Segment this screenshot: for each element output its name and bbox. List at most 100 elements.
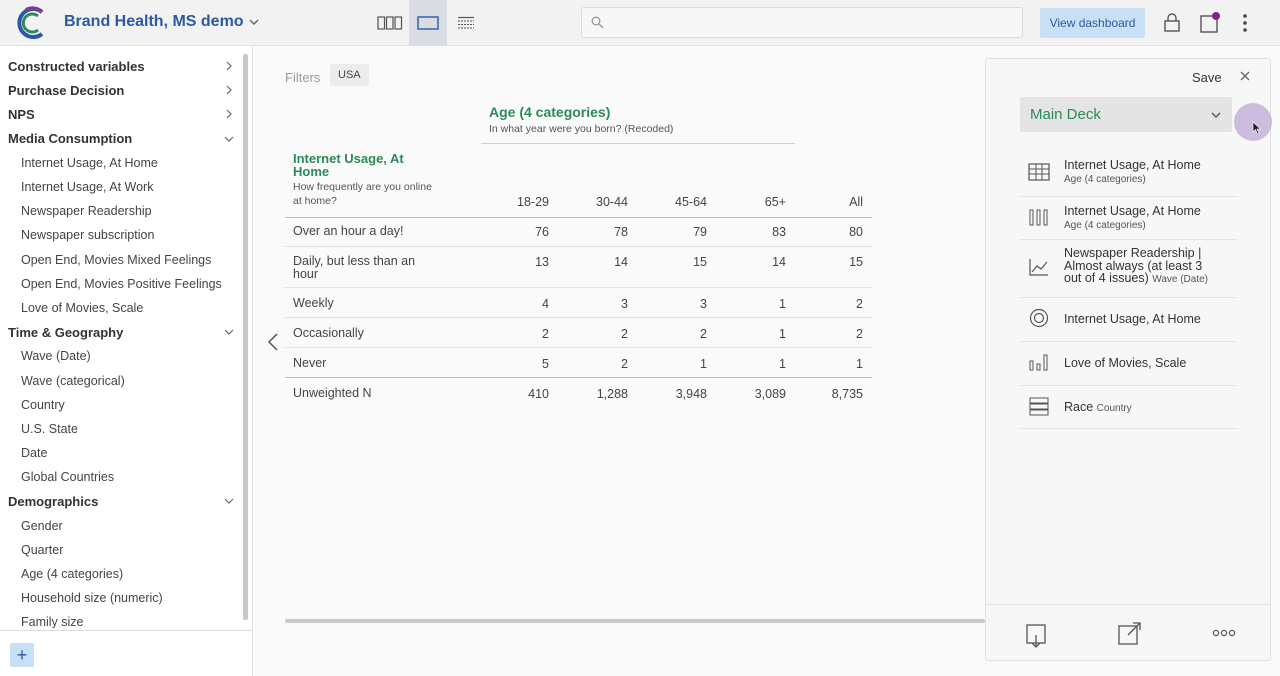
table-cell: 80 [849,225,863,239]
table-cell: 1 [779,357,786,371]
column-header[interactable]: All [803,195,863,209]
sidebar-variable-item[interactable]: Household size (numeric) [0,586,242,610]
search-input[interactable] [610,13,1010,33]
list-view-button[interactable] [447,0,485,46]
sidebar-variable-item[interactable]: Internet Usage, At Home [0,151,242,175]
deck-item[interactable]: Love of Movies, Scale [1020,342,1237,386]
sidebar-variable-item[interactable]: Internet Usage, At Work [0,175,242,199]
filters-label[interactable]: Filters [285,70,320,85]
sidebar-group[interactable]: Constructed variables [0,54,242,78]
deck-footer-divider [986,604,1270,605]
sidebar-group-label: Time & Geography [8,324,124,340]
search-box[interactable] [581,7,1023,38]
sidebar-variable-item[interactable]: U.S. State [0,417,242,441]
chevron-left-icon[interactable] [266,332,280,352]
column-variable-title[interactable]: Age (4 categories) [489,104,610,120]
table-cell: 13 [535,255,549,269]
lock-icon[interactable] [1163,12,1181,32]
single-view-button[interactable] [409,0,447,46]
chevron-down-icon [1211,112,1221,118]
variable-list: Constructed variables Purchase Decision NP… [0,54,242,628]
sidebar-variable-item[interactable]: Global Countries [0,465,242,489]
table-cell: 8,735 [831,387,863,401]
close-icon[interactable] [1239,70,1251,82]
sidebar-group[interactable]: Demographics [0,489,242,513]
deck-item-subtitle: Age (4 categories) [1064,173,1146,185]
table-cell: 2 [621,357,628,371]
sidebar-group-label: NPS [8,106,35,122]
list-view-icon [458,16,474,29]
table-cell: 14 [772,255,786,269]
deck-item[interactable]: Race Country [1020,386,1237,429]
more-vert-icon[interactable] [1240,12,1250,34]
view-dashboard-button[interactable]: View dashboard [1040,8,1145,38]
table-cell: 2 [856,327,863,341]
sidebar-variable-item[interactable]: Newspaper Readership [0,199,242,223]
sidebar-variable-item[interactable]: Open End, Movies Mixed Feelings [0,248,242,272]
deck-item[interactable]: Internet Usage, At Home Age (4 categories… [1020,151,1237,197]
table-cell: 15 [849,255,863,269]
sidebar-variable-item[interactable]: Date [0,441,242,465]
sidebar-variable-item[interactable]: Newspaper subscription [0,223,242,247]
deck-select[interactable]: Main Deck [1020,97,1232,132]
column-header[interactable]: 30-44 [568,195,628,209]
horizontal-scrollbar[interactable] [285,619,985,623]
row-variable-title[interactable]: Internet Usage, At Home [293,152,433,178]
deck-item-subtitle: Wave (Date) [1152,274,1209,285]
sidebar-variable-item[interactable]: Gender [0,514,242,538]
deck-item-subtitle: Age (4 categories) [1064,219,1146,231]
add-variable-button[interactable]: + [10,643,34,667]
row-label[interactable]: Occasionally [293,327,433,340]
download-icon[interactable] [1026,621,1046,649]
deck-item-subtitle: Country [1096,403,1132,414]
sidebar-variable-item[interactable]: Wave (categorical) [0,368,242,392]
grid-view-button[interactable] [371,0,409,46]
row-label[interactable]: Daily, but less than an hour [293,255,433,281]
sidebar-variable-item[interactable]: Love of Movies, Scale [0,296,242,320]
logo-icon[interactable] [16,6,48,40]
more-horiz-icon[interactable] [1212,629,1236,637]
table-icon [1028,163,1050,181]
deck-item[interactable]: Newspaper Readership | Almost always (at… [1020,240,1237,298]
chevron-down-icon [224,498,234,505]
table-cell: 1 [779,327,786,341]
line-chart-icon [1029,259,1048,276]
row-label[interactable]: Over an hour a day! [293,225,433,238]
table-cell: 79 [693,225,707,239]
sidebar-variable-item[interactable]: Age (4 categories) [0,562,242,586]
sidebar-variable-item[interactable]: Family size [0,610,242,628]
app-title[interactable]: Brand Health, MS demo [64,13,244,31]
column-header[interactable]: 45-64 [647,195,707,209]
sidebar-group[interactable]: Time & Geography [0,320,242,344]
row-label[interactable]: Unweighted N [293,387,433,400]
chevron-down-icon[interactable] [248,16,260,28]
sidebar-variable-item[interactable]: Open End, Movies Positive Feelings [0,272,242,296]
sidebar-group[interactable]: Purchase Decision [0,78,242,102]
grid-view-icon [377,16,403,30]
sidebar-variable-item[interactable]: Wave (Date) [0,344,242,368]
deck-item[interactable]: Internet Usage, At Home Age (4 categories… [1020,197,1237,240]
table-cell: 4 [542,297,549,311]
table-cell: 78 [614,225,628,239]
search-icon [591,16,604,29]
sidebar-variable-item[interactable]: Quarter [0,538,242,562]
notification-icon[interactable] [1200,12,1222,34]
deck-item[interactable]: Internet Usage, At Home [1020,298,1237,342]
filter-chip[interactable]: USA [330,64,369,86]
table-cell: 14 [614,255,628,269]
save-button[interactable]: Save [1192,70,1222,85]
sidebar-variable-item[interactable]: Country [0,393,242,417]
chevron-down-icon [224,136,234,142]
row-label[interactable]: Weekly [293,297,433,310]
sidebar-scrollbar[interactable] [243,54,248,620]
column-header[interactable]: 18-29 [489,195,549,209]
sidebar-group[interactable]: NPS [0,102,242,126]
table-cell: 2 [621,327,628,341]
sidebar-group[interactable]: Media Consumption [0,127,242,151]
export-icon[interactable] [1118,621,1142,645]
deck-panel: Save Main Deck Internet Usage, At Home Ag… [985,58,1272,661]
row-label[interactable]: Never [293,357,433,370]
table-divider [285,377,872,378]
table-cell: 1 [779,297,786,311]
column-header[interactable]: 65+ [726,195,786,209]
